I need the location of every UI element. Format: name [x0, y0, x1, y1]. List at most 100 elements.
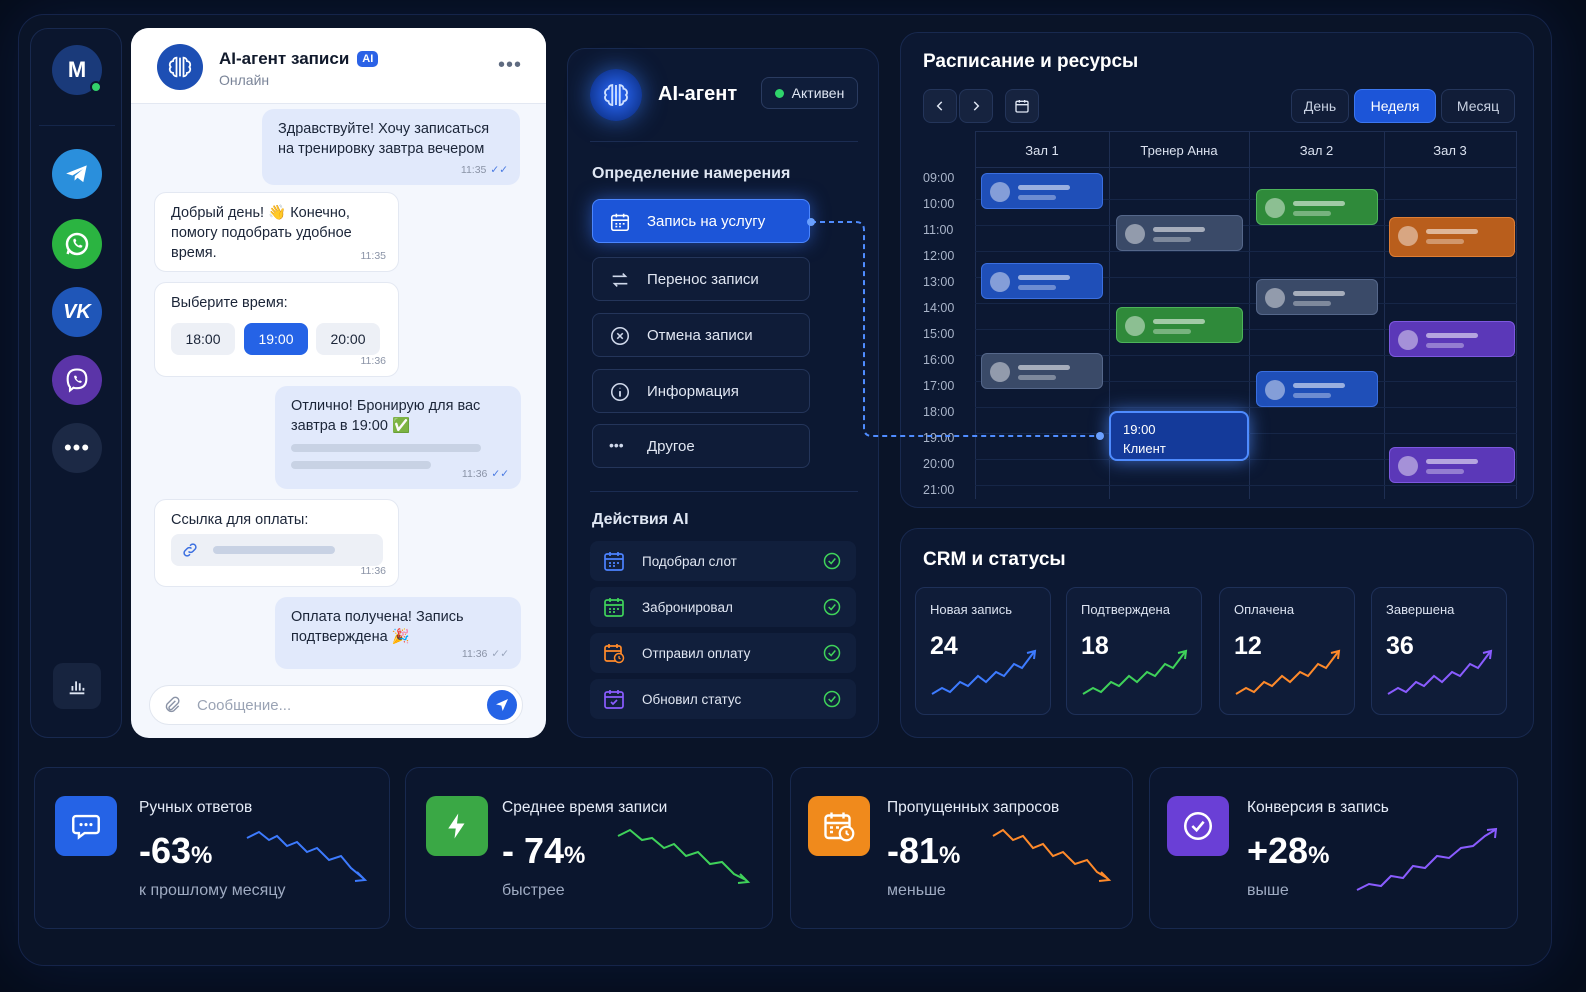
- schedule-event[interactable]: [1256, 279, 1378, 315]
- calendar-icon: [604, 552, 624, 571]
- telegram-icon[interactable]: [52, 149, 102, 199]
- brain-icon: [157, 44, 203, 90]
- hour-gridline: [975, 407, 1517, 408]
- analytics-button[interactable]: [53, 663, 101, 709]
- schedule-event[interactable]: [1389, 447, 1515, 483]
- message-text: Здравствуйте! Хочу записаться на трениро…: [278, 121, 490, 157]
- schedule-event[interactable]: [1116, 215, 1243, 251]
- next-button[interactable]: [959, 89, 993, 123]
- user-avatar[interactable]: M: [52, 45, 102, 95]
- hour-label: 10:00: [923, 197, 955, 211]
- intent-booking[interactable]: Запись на услугу: [592, 199, 810, 243]
- kpi-label: Конверсия в запись: [1247, 799, 1389, 816]
- kpi-subtitle: меньше: [887, 882, 946, 899]
- kpi-label: Ручных ответов: [139, 799, 253, 816]
- viber-icon[interactable]: [52, 355, 102, 405]
- time-picker-message: Выберите время: 18:00 19:00 20:00 11:36: [154, 282, 399, 377]
- trend-up-sparkline: [1082, 649, 1188, 695]
- schedule-event[interactable]: [981, 263, 1103, 299]
- crm-title: CRM и статусы: [923, 549, 1066, 570]
- chevron-left-icon: [936, 101, 943, 111]
- hour-label: 21:00: [923, 483, 955, 497]
- hour-label: 19:00: [923, 431, 955, 445]
- message-time: 11:36: [360, 565, 387, 577]
- agent-status-badge: Активен: [761, 77, 858, 109]
- chat-header: AI-агент записи AI Онлайн •••: [131, 28, 546, 104]
- whatsapp-icon[interactable]: [52, 219, 102, 269]
- crm-status-card[interactable]: Подтверждена 18: [1066, 587, 1202, 715]
- dots-icon: •••: [609, 437, 624, 453]
- payment-link[interactable]: [171, 534, 383, 566]
- view-day-tab[interactable]: День: [1291, 89, 1349, 123]
- crm-status-card[interactable]: Новая запись 24: [915, 587, 1051, 715]
- link-icon: [183, 543, 197, 557]
- crm-status-card[interactable]: Оплачена 12: [1219, 587, 1355, 715]
- schedule-event[interactable]: [981, 173, 1103, 209]
- hour-label: 12:00: [923, 249, 955, 263]
- more-icon[interactable]: •••: [52, 423, 102, 473]
- message-input[interactable]: Сообщение...: [149, 685, 523, 725]
- hour-label: 14:00: [923, 301, 955, 315]
- send-button[interactable]: [487, 690, 517, 720]
- column-header: Зал 1: [1025, 143, 1059, 158]
- message-time: 11:35 ✓✓: [460, 164, 508, 176]
- schedule-event[interactable]: [1389, 217, 1515, 257]
- action-picked-slot: Подобрал слот: [590, 541, 856, 581]
- placeholder-line: [291, 444, 481, 452]
- trend-up-sparkline: [1387, 649, 1493, 695]
- schedule-event[interactable]: [1256, 371, 1378, 407]
- prev-button[interactable]: [923, 89, 957, 123]
- check-circle-icon: [823, 690, 841, 708]
- calendar-button[interactable]: [1005, 89, 1039, 123]
- info-icon: [610, 382, 630, 402]
- message-time: 11:36: [360, 355, 387, 367]
- time-slot-button[interactable]: 18:00: [171, 323, 235, 355]
- intent-info[interactable]: Информация: [592, 369, 810, 413]
- calendar-clock-icon: [808, 796, 870, 856]
- kpi-card-missed-requests: Пропущенных запросов -81% меньше: [790, 767, 1133, 929]
- hour-label: 09:00: [923, 171, 955, 185]
- calendar-icon: [610, 213, 630, 232]
- action-booked: Забронировал: [590, 587, 856, 627]
- user-initial: M: [67, 57, 87, 82]
- intent-reschedule[interactable]: Перенос записи: [592, 257, 810, 301]
- online-indicator: [90, 81, 102, 93]
- lightning-icon: [426, 796, 488, 856]
- kpi-value: -81%: [887, 830, 961, 871]
- time-slot-button-selected[interactable]: 19:00: [244, 323, 308, 355]
- kpi-label: Пропущенных запросов: [887, 799, 1060, 816]
- view-week-tab[interactable]: Неделя: [1354, 89, 1436, 123]
- brain-icon: [590, 69, 642, 121]
- intent-cancel[interactable]: Отмена записи: [592, 313, 810, 357]
- crm-card-label: Новая запись: [930, 602, 1013, 617]
- chat-status: Онлайн: [219, 72, 270, 88]
- message-text: Отлично! Бронирую для вас завтра в 19:00…: [291, 398, 481, 434]
- crm-card-label: Оплачена: [1234, 602, 1295, 617]
- client-booking-event[interactable]: 19:00 Клиент: [1109, 411, 1249, 461]
- crm-status-card[interactable]: Завершена 36: [1371, 587, 1507, 715]
- intent-section-title: Определение намерения: [592, 165, 791, 182]
- crm-card-label: Завершена: [1386, 602, 1455, 617]
- chat-window: AI-агент записи AI Онлайн ••• Здравствуйт…: [131, 28, 546, 738]
- message-time: 11:36 ✓✓: [461, 648, 509, 660]
- view-month-tab[interactable]: Месяц: [1441, 89, 1515, 123]
- trend-up-sparkline: [1356, 827, 1498, 891]
- message-text: Ссылка для оплаты:: [171, 512, 309, 528]
- schedule-event[interactable]: [1116, 307, 1243, 343]
- column-header: Тренер Анна: [1140, 143, 1218, 158]
- schedule-event[interactable]: [981, 353, 1103, 389]
- more-options-icon[interactable]: •••: [498, 54, 522, 77]
- action-updated-status: Обновил статус: [590, 679, 856, 719]
- vk-icon[interactable]: VK: [52, 287, 102, 337]
- schedule-event[interactable]: [1389, 321, 1515, 357]
- trend-down-sparkline: [246, 830, 368, 882]
- check-circle-icon: [1167, 796, 1229, 856]
- schedule-event[interactable]: [1256, 189, 1378, 225]
- intent-other[interactable]: ••• Другое: [592, 424, 810, 468]
- message-incoming: Добрый день! 👋 Конечно, помогу подобрать…: [154, 192, 399, 272]
- chat-title: AI-агент записи AI: [219, 49, 379, 69]
- ai-agent-panel: AI-агент Активен Определение намерения З…: [567, 48, 879, 738]
- message-text: Оплата получена! Запись подтверждена 🎉: [291, 609, 464, 645]
- cancel-circle-icon: [610, 326, 630, 346]
- divider: [590, 141, 858, 142]
